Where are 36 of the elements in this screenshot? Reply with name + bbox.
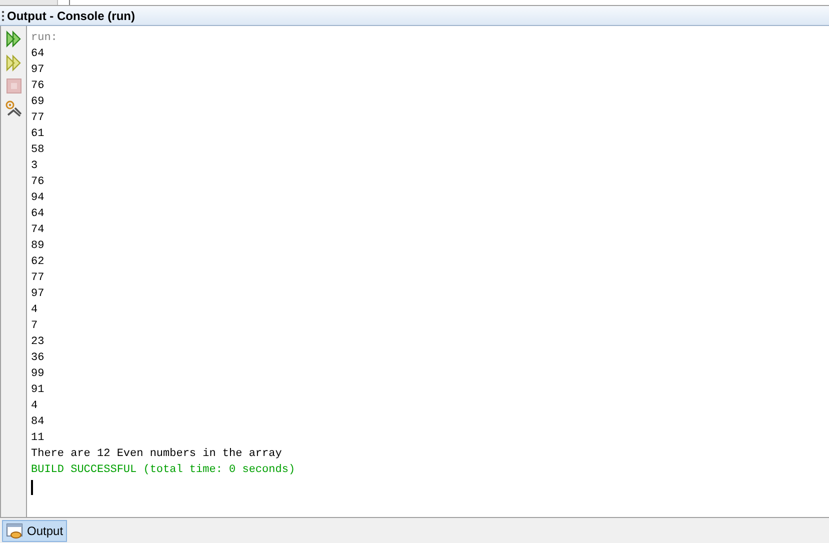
console-line: 61 — [31, 127, 44, 142]
output-tab[interactable]: Output — [2, 520, 68, 542]
console-line: 4 — [31, 303, 38, 318]
console-line: 64 — [31, 47, 44, 62]
settings-icon[interactable] — [4, 100, 22, 118]
text-cursor — [31, 480, 33, 495]
console-line: 23 — [31, 335, 44, 350]
console-line: 74 — [31, 223, 44, 238]
console-line: 76 — [31, 175, 44, 190]
console-line: 4 — [31, 399, 38, 414]
console-line: 91 — [31, 383, 44, 398]
console-line: 94 — [31, 191, 44, 206]
console-line: 62 — [31, 255, 44, 270]
console-line: 11 — [31, 431, 44, 446]
console-line: 7 — [31, 319, 38, 334]
panel-title: Output - Console (run) — [7, 8, 135, 24]
console-line: 64 — [31, 207, 44, 222]
console-line: 97 — [31, 63, 44, 78]
console-line: 77 — [31, 271, 44, 286]
console-line: 99 — [31, 367, 44, 382]
console-line: BUILD SUCCESSFUL (total time: 0 seconds) — [31, 463, 296, 478]
console-line: 36 — [31, 351, 44, 366]
window-icon — [6, 522, 24, 538]
console-line: 89 — [31, 239, 44, 254]
console-line: 84 — [31, 415, 44, 430]
console-line: 3 — [31, 159, 38, 174]
console-line: 77 — [31, 111, 44, 126]
rerun-icon[interactable] — [4, 30, 22, 48]
console-line: run: — [31, 31, 58, 46]
console-line: 97 — [31, 287, 44, 302]
console-line: 58 — [31, 143, 44, 158]
drag-handle-icon[interactable] — [2, 10, 4, 20]
rerun-icon[interactable] — [4, 54, 22, 72]
console-line: There are 12 Even numbers in the array — [31, 447, 282, 462]
console-line: 76 — [31, 79, 44, 94]
console-line: 69 — [31, 95, 44, 110]
